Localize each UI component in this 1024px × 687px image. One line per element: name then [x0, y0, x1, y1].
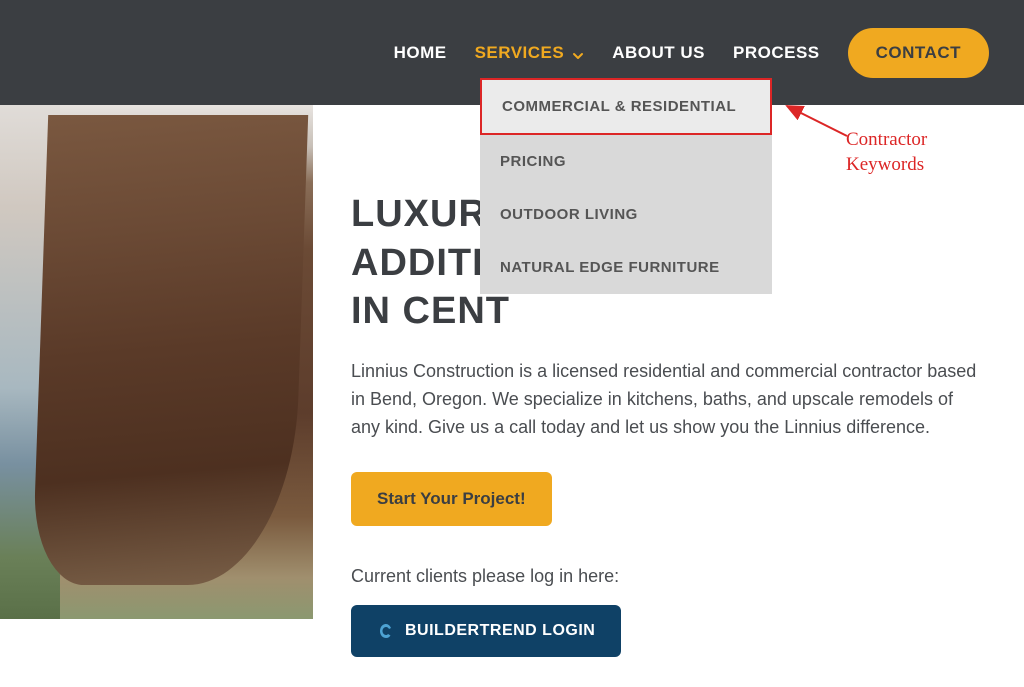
hero-image — [0, 105, 313, 619]
start-project-button[interactable]: Start Your Project! — [351, 472, 552, 526]
dropdown-item-pricing[interactable]: PRICING — [480, 135, 772, 188]
nav-services-label: SERVICES — [475, 43, 565, 63]
nav-services[interactable]: SERVICES — [475, 43, 585, 63]
annotation-label: Contractor Keywords — [846, 128, 927, 177]
heading-part3: IN CENT — [351, 290, 510, 332]
annotation-line1: Contractor — [846, 128, 927, 153]
annotation-line2: Keywords — [846, 153, 927, 178]
dropdown-item-natural-edge[interactable]: NATURAL EDGE FURNITURE — [480, 241, 772, 294]
nav-process[interactable]: PROCESS — [733, 43, 820, 63]
login-button-label: BUILDERTREND LOGIN — [405, 622, 595, 640]
contact-button[interactable]: CONTACT — [848, 28, 989, 78]
nav-about[interactable]: ABOUT US — [612, 43, 705, 63]
buildertrend-icon — [377, 622, 395, 640]
dropdown-item-commercial-residential[interactable]: COMMERCIAL & RESIDENTIAL — [480, 78, 772, 135]
dropdown-item-outdoor-living[interactable]: OUTDOOR LIVING — [480, 188, 772, 241]
nav-home[interactable]: HOME — [394, 43, 447, 63]
login-prompt: Current clients please log in here: — [351, 566, 984, 587]
buildertrend-login-button[interactable]: BUILDERTREND LOGIN — [351, 605, 621, 657]
chevron-down-icon — [572, 47, 584, 59]
services-dropdown: COMMERCIAL & RESIDENTIAL PRICING OUTDOOR… — [480, 78, 772, 294]
intro-paragraph: Linnius Construction is a licensed resid… — [351, 358, 984, 442]
